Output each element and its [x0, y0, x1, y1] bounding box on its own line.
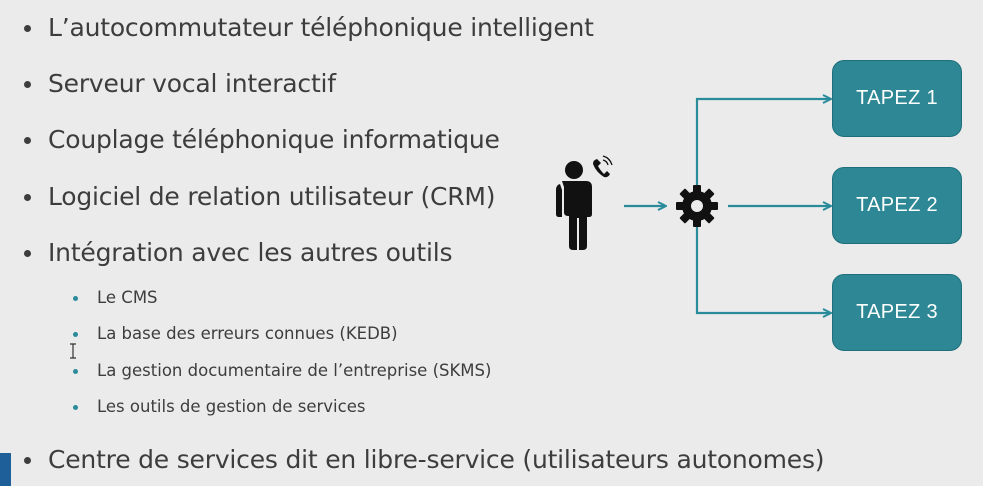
bullet-text: Serveur vocal interactif	[48, 69, 336, 98]
sub-bullet-text: Les outils de gestion de services	[97, 397, 366, 416]
sub-bullet-dot	[73, 405, 78, 410]
bullet-item: Serveur vocal interactif	[0, 68, 600, 100]
bullet-item: Centre de services dit en libre-service …	[0, 444, 900, 476]
sub-bullet-dot	[73, 296, 78, 301]
branch-line-1	[695, 99, 830, 185]
sub-bullet-text: La gestion documentaire de l’entreprise …	[97, 361, 492, 380]
bullet-dot	[24, 250, 31, 257]
sub-bullet-item: Les outils de gestion de services	[0, 395, 560, 419]
bullet-dot	[24, 81, 31, 88]
bullet-text: Centre de services dit en libre-service …	[48, 445, 825, 474]
bullet-item: Logiciel de relation utilisateur (CRM)	[0, 181, 600, 213]
bullet-item: L’autocommutateur téléphonique intellige…	[0, 12, 600, 44]
option-box-2: TAPEZ 2	[832, 167, 962, 244]
option-box-1: TAPEZ 1	[832, 60, 962, 137]
bullet-text: Couplage téléphonique informatique	[48, 125, 500, 154]
sub-bullet-dot	[73, 332, 78, 337]
branch-line-3	[695, 227, 830, 313]
text-cursor-icon	[70, 343, 76, 359]
bullet-text: Intégration avec les autres outils	[48, 238, 453, 267]
bullet-text: L’autocommutateur téléphonique intellige…	[48, 13, 594, 42]
option-box-3: TAPEZ 3	[832, 274, 962, 351]
gear-icon	[676, 185, 718, 227]
slide: L’autocommutateur téléphonique intellige…	[0, 0, 983, 486]
bullet-dot	[24, 25, 31, 32]
sub-bullet-dot	[73, 369, 78, 374]
slide-edge-accent	[0, 453, 11, 486]
bullet-dot	[24, 137, 31, 144]
bullet-item: Intégration avec les autres outils	[0, 237, 600, 269]
bullet-item: Couplage téléphonique informatique	[0, 124, 600, 156]
bullet-dot	[24, 194, 31, 201]
bullet-text: Logiciel de relation utilisateur (CRM)	[48, 182, 496, 211]
sub-bullet-text: La base des erreurs connues (KEDB)	[97, 324, 398, 343]
sub-bullet-text: Le CMS	[97, 288, 158, 307]
sub-bullet-item: La base des erreurs connues (KEDB)	[0, 322, 560, 346]
sub-bullet-item: Le CMS	[0, 286, 560, 310]
sub-bullet-item: La gestion documentaire de l’entreprise …	[0, 359, 560, 383]
bullet-dot	[24, 457, 31, 464]
